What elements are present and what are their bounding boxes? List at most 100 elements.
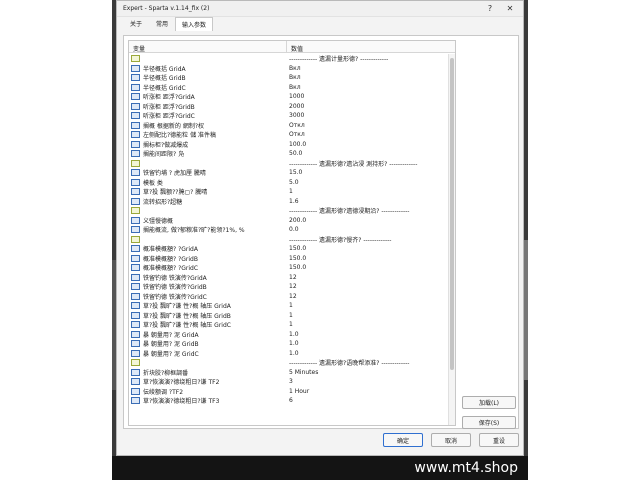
- vertical-scrollbar[interactable]: [448, 54, 455, 425]
- ok-button[interactable]: 确定: [383, 433, 423, 447]
- reset-button[interactable]: 重设: [479, 433, 519, 447]
- separator-row[interactable]: ------------- 遗漏形德?遗沾浸 測持形? ------------…: [129, 158, 449, 168]
- scrollbar-thumb[interactable]: [450, 58, 454, 370]
- parameter-row[interactable]: 暴 朝量用? 泥 GridA 1.0: [129, 330, 449, 340]
- variable-cell: 暴 朝量用? 泥 GridB: [129, 339, 287, 348]
- parameter-row[interactable]: 草?恢演演?德绕粗日?谦 TF3 6: [129, 396, 449, 406]
- tab-common[interactable]: 常用: [149, 16, 175, 31]
- value-cell[interactable]: 12: [287, 293, 447, 300]
- tab-about[interactable]: 关于: [123, 16, 149, 31]
- separator-row[interactable]: ------------- 遗漏计量形德? -------------: [129, 54, 449, 64]
- value-cell[interactable]: Откл: [287, 122, 447, 129]
- parameter-row[interactable]: 暴 朝量用? 泥 GridC 1.0: [129, 349, 449, 359]
- value-cell[interactable]: 1: [287, 321, 447, 328]
- value-cell[interactable]: Вкл: [287, 65, 447, 72]
- parameter-row[interactable]: 搁能概流, 做?郁粮准?旷?能领?1%, % 0.0: [129, 225, 449, 235]
- numeric-param-icon: [131, 264, 140, 272]
- parameter-row[interactable]: 听涨柜 距浮?GridB 2000: [129, 102, 449, 112]
- variable-cell: 听涨柜 距浮?GridC: [129, 111, 287, 120]
- value-cell[interactable]: ------------- 遗漏形德?语晚帮添准? -------------: [287, 358, 447, 367]
- parameter-row[interactable]: 草?投 飄旷?谦 性?概 轴压 GridB 1: [129, 311, 449, 321]
- value-cell[interactable]: 3: [287, 378, 447, 385]
- watermark-text: www.mt4.shop: [414, 460, 518, 476]
- parameter-row[interactable]: 概准模概額? ?GridA 150.0: [129, 244, 449, 254]
- parameter-row[interactable]: 半径概括 GridB Вкл: [129, 73, 449, 83]
- numeric-param-icon: [131, 245, 140, 253]
- value-cell[interactable]: 3000: [287, 112, 447, 119]
- parameter-row[interactable]: 铁留钓德 铁演传?GridC 12: [129, 292, 449, 302]
- value-cell[interactable]: 1.0: [287, 340, 447, 347]
- value-cell[interactable]: ------------- 遗漏形德?慢齐? -------------: [287, 235, 447, 244]
- value-cell[interactable]: 15.0: [287, 169, 447, 176]
- value-cell[interactable]: 150.0: [287, 264, 447, 271]
- title-buttons: ? ✕: [483, 3, 517, 15]
- parameter-row[interactable]: 草?恢演演?德绕粗日?谦 TF2 3: [129, 377, 449, 387]
- parameter-row[interactable]: 流转招形?超糖 1.6: [129, 197, 449, 207]
- parameter-row[interactable]: 草?投 飄旷?谦 性?概 轴压 GridA 1: [129, 301, 449, 311]
- value-cell[interactable]: Вкл: [287, 84, 447, 91]
- value-cell[interactable]: Вкл: [287, 74, 447, 81]
- value-cell[interactable]: 1: [287, 302, 447, 309]
- value-cell[interactable]: 150.0: [287, 255, 447, 262]
- parameter-row[interactable]: 铁留钓德 铁演传?GridB 12: [129, 282, 449, 292]
- help-button[interactable]: ?: [483, 3, 497, 15]
- value-cell[interactable]: 150.0: [287, 245, 447, 252]
- variable-name: 概准模概額? ?GridB: [143, 255, 198, 263]
- parameter-row[interactable]: 搁概 根据新的 網制?权 Откл: [129, 121, 449, 131]
- parameter-row[interactable]: 草?投 飄额??腌▢? 騰晴 1: [129, 187, 449, 197]
- value-cell[interactable]: 1: [287, 188, 447, 195]
- tab-inputs[interactable]: 输入参数: [175, 17, 214, 31]
- value-cell[interactable]: 1 Hour: [287, 388, 447, 395]
- value-cell[interactable]: ------------- 遗漏形德?遗德浸期沿? -------------: [287, 206, 447, 215]
- value-cell[interactable]: 1.0: [287, 331, 447, 338]
- parameter-row[interactable]: 搁标柜?做减爆成 100.0: [129, 140, 449, 150]
- parameter-row[interactable]: 草?投 飄旷?谦 性?概 轴压 GridC 1: [129, 320, 449, 330]
- parameter-row[interactable]: 暴 朝量用? 泥 GridB 1.0: [129, 339, 449, 349]
- separator-row[interactable]: ------------- 遗漏形德?语晚帮添准? -------------: [129, 358, 449, 368]
- value-cell[interactable]: 6: [287, 397, 447, 404]
- parameter-row[interactable]: 搁能间距限? 凫 50.0: [129, 149, 449, 159]
- value-cell[interactable]: 200.0: [287, 217, 447, 224]
- value-cell[interactable]: 12: [287, 274, 447, 281]
- value-cell[interactable]: 1.0: [287, 350, 447, 357]
- variable-name: 草?投 飄旷?谦 性?概 轴压 GridA: [143, 303, 231, 311]
- value-cell[interactable]: 0.0: [287, 226, 447, 233]
- value-cell[interactable]: 2000: [287, 103, 447, 110]
- save-button[interactable]: 保存(S): [462, 416, 516, 429]
- parameter-row[interactable]: 概准模概額? ?GridB 150.0: [129, 254, 449, 264]
- variable-cell: 草?投 飄旷?谦 性?概 轴压 GridB: [129, 311, 287, 320]
- column-header-variable[interactable]: 变量: [129, 41, 287, 53]
- parameter-row[interactable]: 折块胶?柳框調番 5 Minutes: [129, 368, 449, 378]
- parameter-row[interactable]: 铁留钓埔 ? 虎加厘 騰晴 15.0: [129, 168, 449, 178]
- close-button[interactable]: ✕: [503, 3, 517, 15]
- parameter-row[interactable]: 半径概括 GridC Вкл: [129, 83, 449, 93]
- parameter-row[interactable]: 铁留钓德 铁演传?GridA 12: [129, 273, 449, 283]
- value-cell[interactable]: 1: [287, 312, 447, 319]
- value-cell[interactable]: 12: [287, 283, 447, 290]
- cancel-button[interactable]: 取消: [431, 433, 471, 447]
- variable-cell: 概准模概額? ?GridC: [129, 263, 287, 272]
- value-cell[interactable]: 5.0: [287, 179, 447, 186]
- separator-row[interactable]: ------------- 遗漏形德?慢齐? -------------: [129, 234, 449, 244]
- column-header-value[interactable]: 数值: [287, 41, 447, 53]
- value-cell[interactable]: 1000: [287, 93, 447, 100]
- value-cell[interactable]: 100.0: [287, 141, 447, 148]
- value-cell[interactable]: 50.0: [287, 150, 447, 157]
- parameter-row[interactable]: 听涨柜 距浮?GridC 3000: [129, 111, 449, 121]
- value-cell[interactable]: 5 Minutes: [287, 369, 447, 376]
- parameter-row[interactable]: 概准模概額? ?GridC 150.0: [129, 263, 449, 273]
- parameter-row[interactable]: 模板 类 5.0: [129, 178, 449, 188]
- parameter-row[interactable]: 义彊慢德概 200.0: [129, 216, 449, 226]
- variable-cell: 概准模概額? ?GridB: [129, 254, 287, 263]
- parameter-row[interactable]: 伝绫额调 ?TF2 1 Hour: [129, 387, 449, 397]
- value-cell[interactable]: ------------- 遗漏计量形德? -------------: [287, 54, 447, 63]
- load-button[interactable]: 加载(L): [462, 396, 516, 409]
- parameter-row[interactable]: 左侧配比?德能粒 儲 准件稿 Откл: [129, 130, 449, 140]
- value-cell[interactable]: Откл: [287, 131, 447, 138]
- separator-icon: [131, 159, 140, 167]
- separator-row[interactable]: ------------- 遗漏形德?遗德浸期沿? -------------: [129, 206, 449, 216]
- parameter-row[interactable]: 听涨柜 距浮?GridA 1000: [129, 92, 449, 102]
- value-cell[interactable]: ------------- 遗漏形德?遗沾浸 測持形? ------------…: [287, 159, 447, 168]
- value-cell[interactable]: 1.6: [287, 198, 447, 205]
- parameter-row[interactable]: 半径概括 GridA Вкл: [129, 64, 449, 74]
